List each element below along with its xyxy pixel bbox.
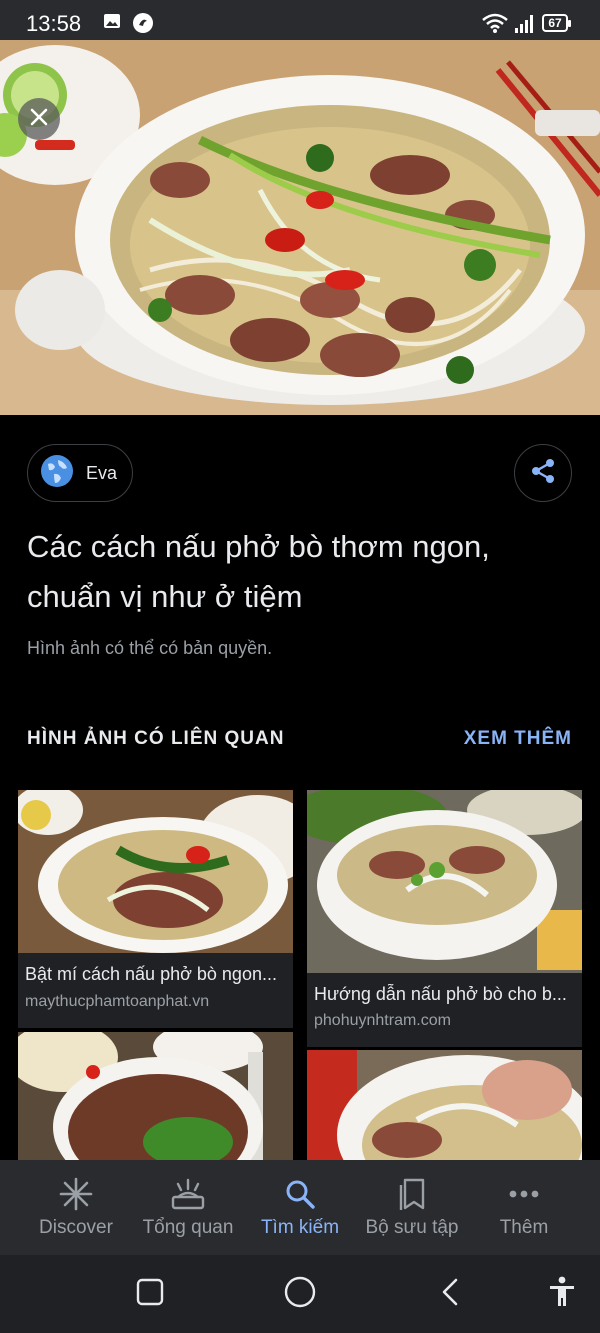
bottom-navigation: Discover Tổng quan Tìm kiếm Bộ sưu tập T… <box>0 1160 600 1255</box>
accessibility-icon <box>548 1276 576 1313</box>
nav-search[interactable]: Tìm kiếm <box>244 1160 356 1255</box>
copyright-note: Hình ảnh có thể có bản quyền. <box>27 638 273 658</box>
close-button[interactable] <box>18 98 60 140</box>
source-chip[interactable]: Eva <box>27 444 133 502</box>
globe-icon <box>40 454 74 493</box>
related-card[interactable]: Bật mí cách nấu phở bò ngon... maythucph… <box>18 790 293 1028</box>
back-button[interactable] <box>420 1255 480 1333</box>
nav-label: Bộ sưu tập <box>365 1217 459 1238</box>
close-icon <box>28 106 50 133</box>
share-button[interactable] <box>514 444 572 502</box>
gallery-icon <box>103 12 121 35</box>
accessibility-button[interactable] <box>532 1255 592 1333</box>
collections-icon <box>396 1177 428 1211</box>
related-card[interactable] <box>307 1050 582 1160</box>
nav-more[interactable]: Thêm <box>468 1160 580 1255</box>
signal-icon <box>514 14 534 39</box>
nav-label: Tổng quan <box>142 1217 234 1238</box>
recents-icon <box>136 1278 164 1311</box>
back-icon <box>440 1277 460 1312</box>
asterisk-icon <box>59 1177 93 1211</box>
see-more-link[interactable]: XEM THÊM <box>464 728 572 750</box>
related-thumbnail <box>307 1050 582 1160</box>
snapshot-icon <box>171 1177 205 1211</box>
related-thumbnail <box>307 790 582 973</box>
battery-indicator: 67 <box>542 14 571 32</box>
search-icon <box>284 1177 316 1211</box>
status-time: 13:58 <box>26 11 82 36</box>
home-icon <box>284 1276 316 1313</box>
nav-label: Tìm kiếm <box>260 1217 340 1238</box>
page-title: Các cách nấu phở bò thơm ngon, chuẩn vị … <box>27 529 490 614</box>
nav-label: Discover <box>39 1217 113 1238</box>
related-card[interactable]: Hướng dẫn nấu phở bò cho b... phohuynhtr… <box>307 790 582 1047</box>
related-card-domain: maythucphamtoanphat.vn <box>25 993 210 1010</box>
related-thumbnail <box>18 790 293 953</box>
recents-button[interactable] <box>120 1255 180 1333</box>
hero-image[interactable] <box>0 40 600 415</box>
nav-discover[interactable]: Discover <box>20 1160 132 1255</box>
pho-bowl-image <box>0 40 600 415</box>
related-card[interactable] <box>18 1032 293 1160</box>
related-card-title: Bật mí cách nấu phở bò ngon... <box>25 964 277 984</box>
nav-collections[interactable]: Bộ sưu tập <box>356 1160 468 1255</box>
wifi-icon <box>482 13 508 38</box>
nav-overview[interactable]: Tổng quan <box>132 1160 244 1255</box>
related-card-domain: phohuynhtram.com <box>314 1012 451 1029</box>
source-name: Eva <box>86 462 118 483</box>
nav-label: Thêm <box>499 1217 549 1238</box>
home-button[interactable] <box>270 1255 330 1333</box>
related-images-heading: HÌNH ẢNH CÓ LIÊN QUAN <box>27 728 285 749</box>
related-card-title: Hướng dẫn nấu phở bò cho b... <box>314 984 567 1004</box>
related-thumbnail <box>18 1032 293 1160</box>
system-navigation-bar <box>0 1255 600 1333</box>
more-icon <box>508 1177 540 1211</box>
share-icon <box>529 457 557 490</box>
app-notification-icon <box>132 12 154 39</box>
